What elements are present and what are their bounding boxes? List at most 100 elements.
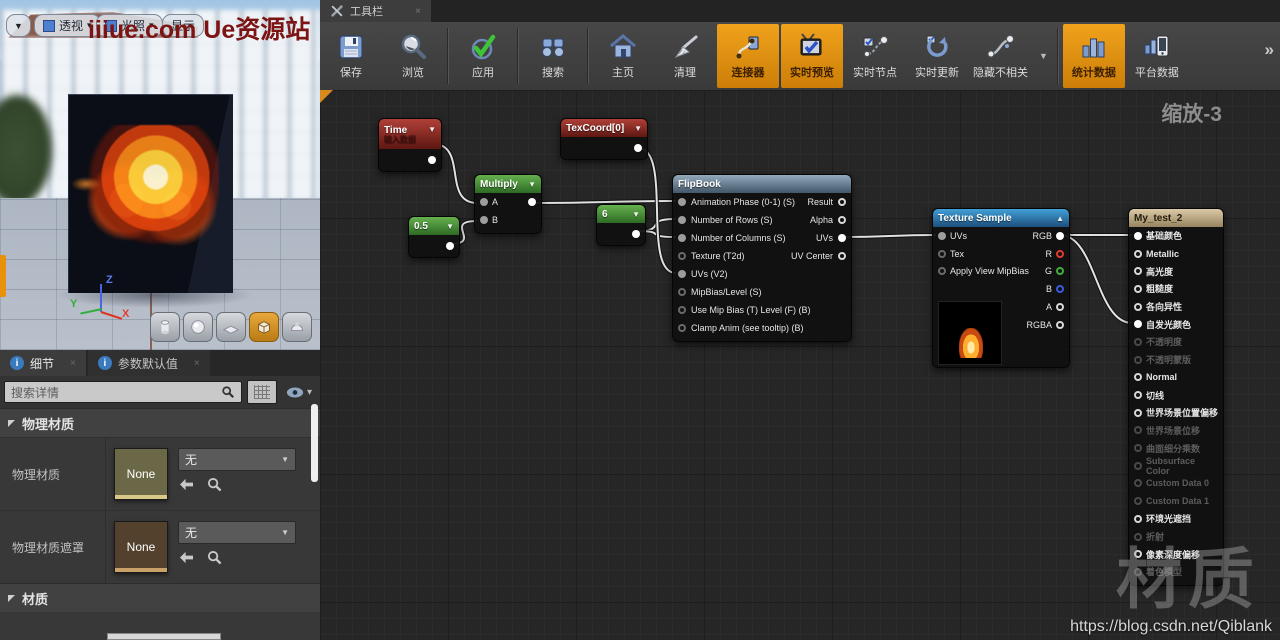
graph-node-flipbook[interactable]: FlipBookAnimation Phase (0-1) (S)ResultN… xyxy=(672,174,852,342)
material-pin-icon[interactable] xyxy=(1134,409,1142,417)
material-pin-icon[interactable] xyxy=(1134,497,1142,505)
node-header[interactable]: 0.5▼ xyxy=(409,217,459,235)
output-pin-icon[interactable] xyxy=(1056,250,1064,258)
section-header[interactable]: 物理材质 xyxy=(0,408,320,437)
toolbar-button-6[interactable]: 清理 xyxy=(654,22,716,90)
input-pin-icon[interactable] xyxy=(678,288,686,296)
node-header[interactable]: TexCoord[0]▼ xyxy=(561,119,647,137)
preview-shape-cylinder[interactable] xyxy=(150,312,180,342)
use-selected-arrow-icon[interactable] xyxy=(178,551,195,564)
material-pin-icon[interactable] xyxy=(1134,320,1142,328)
graph-node-time[interactable]: Time输入数据▼ xyxy=(378,118,442,172)
close-icon[interactable]: × xyxy=(415,6,421,17)
close-icon[interactable]: × xyxy=(70,358,76,369)
browse-magnifier-icon[interactable] xyxy=(207,477,222,492)
material-pin-icon[interactable] xyxy=(1134,232,1142,240)
input-pin-icon[interactable] xyxy=(480,198,488,206)
output-pin-icon[interactable] xyxy=(1056,285,1064,293)
input-pin-icon[interactable] xyxy=(678,216,686,224)
input-pin-icon[interactable] xyxy=(678,270,686,278)
input-pin-icon[interactable] xyxy=(938,232,946,240)
toolbar-button-9[interactable]: 实时节点 xyxy=(844,22,906,90)
chevron-down-icon[interactable]: ▼ xyxy=(446,222,454,231)
chevron-down-icon[interactable]: ▼ xyxy=(634,124,642,133)
input-pin-icon[interactable] xyxy=(678,198,686,206)
output-pin-icon[interactable] xyxy=(446,242,454,250)
node-header[interactable]: Time输入数据▼ xyxy=(379,119,441,149)
preview-viewport[interactable]: ▼ 透视 ▾ 光照 ▾ 显示 Z X Y iiiue.com Ue资源站 xyxy=(0,0,320,350)
section-header[interactable]: 材质 xyxy=(0,583,320,612)
collapsed-panel-tab[interactable] xyxy=(0,255,6,297)
input-pin-icon[interactable] xyxy=(678,234,686,242)
material-graph-canvas[interactable]: 缩放-3 Time输入数据▼TexCoord[0]▼0.5▼6▼Multiply… xyxy=(320,90,1280,640)
node-header[interactable]: 6▼ xyxy=(597,205,645,223)
collapse-icon[interactable]: ▲ xyxy=(1056,214,1064,223)
details-tab-1[interactable]: i细节× xyxy=(0,350,86,376)
toolbar-button-7[interactable]: 连接器 xyxy=(717,24,779,88)
output-pin-icon[interactable] xyxy=(838,216,846,224)
asset-dropdown[interactable]: 无▼ xyxy=(178,521,296,544)
toolbar-button-2[interactable]: 浏览 xyxy=(382,22,444,90)
material-pin-icon[interactable] xyxy=(1134,479,1142,487)
close-icon[interactable]: × xyxy=(194,358,200,369)
toolbar-button-4[interactable]: 搜索 xyxy=(522,22,584,90)
input-pin-icon[interactable] xyxy=(938,250,946,258)
view-options-button[interactable]: ▾ xyxy=(282,387,316,398)
graph-node-const05[interactable]: 0.5▼ xyxy=(408,216,460,258)
material-pin-icon[interactable] xyxy=(1134,338,1142,346)
browse-magnifier-icon[interactable] xyxy=(207,550,222,565)
input-pin-icon[interactable] xyxy=(480,216,488,224)
viewport-options-dropdown[interactable]: ▼ xyxy=(6,14,31,37)
input-pin-icon[interactable] xyxy=(678,252,686,260)
input-pin-icon[interactable] xyxy=(678,306,686,314)
graph-node-texcoord[interactable]: TexCoord[0]▼ xyxy=(560,118,648,160)
material-pin-icon[interactable] xyxy=(1134,285,1142,293)
output-pin-icon[interactable] xyxy=(838,252,846,260)
material-pin-icon[interactable] xyxy=(1134,391,1142,399)
details-tab-2[interactable]: i参数默认值× xyxy=(88,350,210,376)
output-pin-icon[interactable] xyxy=(838,234,846,242)
chevron-down-icon[interactable]: ▼ xyxy=(632,210,640,219)
preview-shape-cube[interactable] xyxy=(249,312,279,342)
output-pin-icon[interactable] xyxy=(634,144,642,152)
graph-node-const6[interactable]: 6▼ xyxy=(596,204,646,246)
material-pin-icon[interactable] xyxy=(1134,373,1142,381)
output-pin-icon[interactable] xyxy=(428,156,436,164)
output-pin-icon[interactable] xyxy=(528,198,536,206)
preview-shape-plane[interactable] xyxy=(216,312,246,342)
material-pin-icon[interactable] xyxy=(1134,267,1142,275)
asset-thumbnail[interactable]: None xyxy=(114,521,168,573)
toolbar-button-10[interactable]: 实时更新 xyxy=(906,22,968,90)
toolbar-overflow-chevron[interactable]: » xyxy=(1265,40,1274,60)
graph-node-multiply[interactable]: Multiply▼AB xyxy=(474,174,542,234)
output-pin-icon[interactable] xyxy=(632,230,640,238)
input-pin-icon[interactable] xyxy=(678,324,686,332)
graph-node-texsample[interactable]: Texture Sample▲RGBRGBARGBAUVsTexApply Vi… xyxy=(932,208,1070,368)
input-pin-icon[interactable] xyxy=(938,267,946,275)
asset-dropdown[interactable]: 无▼ xyxy=(178,448,296,471)
output-pin-icon[interactable] xyxy=(1056,267,1064,275)
material-pin-icon[interactable] xyxy=(1134,426,1142,434)
chevron-down-icon[interactable]: ▼ xyxy=(528,180,536,189)
output-pin-icon[interactable] xyxy=(1056,303,1064,311)
chevron-down-icon[interactable]: ▼ xyxy=(1033,51,1054,61)
output-pin-icon[interactable] xyxy=(838,198,846,206)
toolbar-button-1[interactable]: 保存 xyxy=(320,22,382,90)
use-selected-arrow-icon[interactable] xyxy=(178,478,195,491)
toolbar-button-5[interactable]: 主页 xyxy=(592,22,654,90)
material-pin-icon[interactable] xyxy=(1134,250,1142,258)
node-header[interactable]: My_test_2 xyxy=(1129,209,1223,227)
wire[interactable] xyxy=(1060,235,1132,323)
node-header[interactable]: Multiply▼ xyxy=(475,175,541,193)
asset-thumbnail[interactable]: None xyxy=(114,448,168,500)
details-scrollbar[interactable] xyxy=(311,404,318,482)
material-pin-icon[interactable] xyxy=(1134,303,1142,311)
material-pin-icon[interactable] xyxy=(1134,356,1142,364)
output-pin-icon[interactable] xyxy=(1056,232,1064,240)
material-pin-icon[interactable] xyxy=(1134,462,1142,470)
search-input[interactable]: 搜索详情 xyxy=(4,381,242,403)
chevron-down-icon[interactable]: ▼ xyxy=(428,125,436,134)
toolbar-button-8[interactable]: 实时预览 xyxy=(781,24,843,88)
toolbar-button-13[interactable]: 平台数据 xyxy=(1126,22,1188,90)
tab-toolbar[interactable]: 工具栏 × xyxy=(320,0,431,22)
